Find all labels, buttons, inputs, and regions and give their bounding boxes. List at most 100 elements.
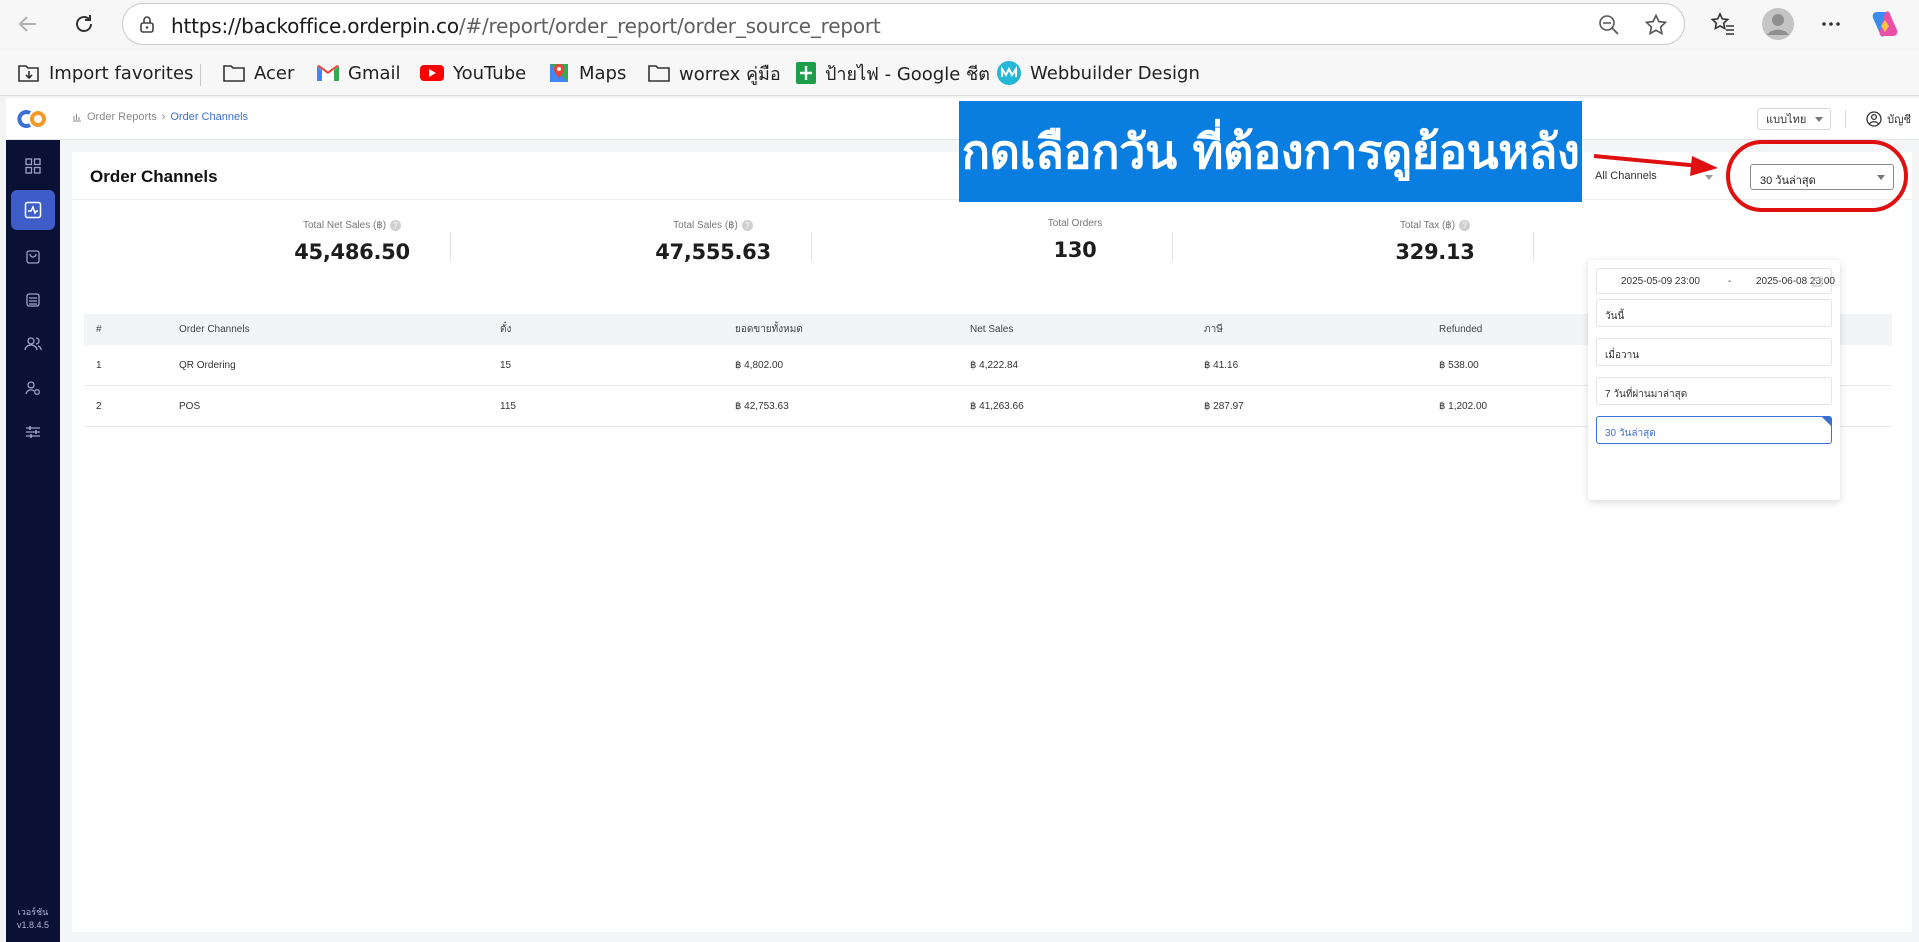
list-icon — [26, 293, 40, 307]
bag-icon — [26, 250, 40, 264]
bookmark-label: Acer — [254, 62, 295, 84]
version-number: v1.8.4.5 — [16, 920, 50, 930]
cell-count: 115 — [500, 400, 516, 412]
orderpin-logo[interactable] — [6, 98, 60, 140]
date-range-inputs[interactable]: 2025-05-09 23:00 - 2025-06-08 23:00 — [1596, 268, 1835, 294]
language-value: แบบไทย — [1766, 114, 1807, 126]
caret-down-icon — [1815, 117, 1823, 122]
version-label: เวอร์ชัน — [17, 907, 49, 917]
sidebar-item-reports[interactable] — [11, 190, 55, 230]
stat-divider — [1533, 232, 1534, 262]
annotation-highlight-circle — [1726, 140, 1908, 212]
bookmark-label: Maps — [579, 62, 627, 84]
cell-count: 15 — [500, 359, 512, 371]
cell-total-sales: ฿ 4,802.00 — [735, 359, 784, 371]
stat-total-orders: Total Orders 130 — [925, 217, 1225, 263]
bookmark-separator — [200, 64, 201, 86]
stat-label: Total Sales (฿) — [673, 219, 738, 231]
column-header: ตั๋ง — [500, 324, 512, 335]
stat-total-tax: Total Tax (฿)? 329.13 — [1285, 218, 1585, 264]
calendar-icon[interactable] — [1812, 276, 1823, 287]
range-option-yesterday[interactable]: เมื่อวาน — [1596, 338, 1832, 366]
cell-net-sales: ฿ 4,222.84 — [970, 359, 1019, 371]
breadcrumb-parent[interactable]: Order Reports — [87, 111, 157, 123]
page-title: Order Channels — [90, 167, 218, 186]
sidebar-item-settings[interactable] — [11, 412, 55, 452]
url-text[interactable]: https://backoffice.orderpin.co/#/report/… — [171, 14, 881, 38]
column-header: Refunded — [1439, 324, 1483, 335]
profile-avatar-icon[interactable] — [1761, 7, 1795, 41]
user-settings-icon — [25, 381, 40, 395]
cell-refunded: ฿ 1,202.00 — [1439, 400, 1488, 412]
stat-value: 329.13 — [1395, 240, 1475, 264]
zoom-icon[interactable] — [1598, 14, 1620, 41]
dashboard-icon — [25, 158, 41, 174]
cell-channel: QR Ordering — [179, 359, 236, 371]
help-icon[interactable]: ? — [390, 219, 402, 231]
breadcrumb-current: Order Channels — [170, 111, 249, 123]
bookmark-webbuilder[interactable]: Webbuilder Design — [996, 60, 1200, 86]
stat-label: Total Tax (฿) — [1399, 219, 1456, 231]
start-date[interactable]: 2025-05-09 23:00 — [1621, 276, 1700, 287]
topbar-divider — [1845, 110, 1846, 128]
language-select[interactable]: แบบไทย — [1757, 108, 1831, 130]
stat-label: Total Orders — [1047, 217, 1103, 229]
sidebar: เวอร์ชัน v1.8.4.5 — [6, 98, 60, 942]
sidebar-item-orders[interactable] — [11, 280, 55, 320]
browser-toolbar: https://backoffice.orderpin.co/#/report/… — [0, 0, 1919, 48]
breadcrumb: Order Reports › Order Channels — [72, 111, 248, 123]
bookmark-gmail[interactable]: Gmail — [316, 60, 401, 86]
back-arrow-icon — [18, 16, 36, 32]
bookmark-import-favorites[interactable]: Import favorites — [17, 60, 193, 86]
sidebar-item-dashboard[interactable] — [11, 146, 55, 186]
favorites-icon[interactable] — [1708, 9, 1738, 39]
help-icon[interactable]: ? — [741, 219, 753, 231]
bookmark-label: Gmail — [348, 62, 401, 84]
bookmark-acer[interactable]: Acer — [222, 60, 294, 86]
url-host: https://backoffice.orderpin.co — [171, 14, 459, 38]
stat-value: 45,486.50 — [294, 240, 410, 264]
sidebar-item-customers[interactable] — [11, 324, 55, 364]
cell-tax: ฿ 41.16 — [1204, 359, 1239, 371]
cell-index: 1 — [96, 359, 102, 371]
column-header: # — [96, 324, 102, 335]
column-header: ภาษี — [1204, 324, 1223, 335]
bookmark-youtube[interactable]: YouTube — [419, 60, 526, 86]
range-option-7-days[interactable]: 7 วันที่ผ่านมาล่าสุด — [1596, 377, 1832, 405]
more-menu-icon[interactable] — [1816, 9, 1846, 39]
sidebar-item-products[interactable] — [11, 236, 55, 276]
instruction-text: กดเลือกวัน ที่ต้องการดูย้อนหลัง — [961, 125, 1580, 180]
refresh-button[interactable] — [68, 8, 100, 40]
app-root: เวอร์ชัน v1.8.4.5 Order Reports › Order … — [6, 98, 1919, 942]
bookmark-maps[interactable]: Maps — [547, 60, 626, 86]
folder-icon — [223, 65, 245, 82]
end-date[interactable]: 2025-06-08 23:00 — [1756, 276, 1835, 287]
stat-label: Total Net Sales (฿) — [302, 219, 387, 231]
range-option-today[interactable]: วันนี้ — [1596, 299, 1832, 327]
user-circle-icon — [1866, 111, 1882, 127]
bookmark-label: Webbuilder Design — [1030, 62, 1200, 84]
sidebar-item-staff[interactable] — [11, 368, 55, 408]
account-button[interactable]: บัญชี — [1866, 110, 1911, 128]
address-bar[interactable]: https://backoffice.orderpin.co/#/report/… — [122, 3, 1685, 45]
bookmark-worrex[interactable]: worrex คู่มือ — [647, 60, 781, 86]
bar-chart-icon — [73, 114, 81, 122]
range-option-30-days[interactable]: 30 วันล่าสุด — [1596, 416, 1832, 444]
webbuilder-icon — [997, 61, 1021, 85]
favorite-star-icon[interactable] — [1644, 13, 1668, 42]
column-header: Order Channels — [179, 324, 250, 335]
stat-divider — [811, 232, 812, 262]
copilot-icon[interactable] — [1868, 7, 1902, 41]
users-icon — [24, 337, 42, 351]
breadcrumb-chevron-icon: › — [161, 111, 166, 123]
bookmarks-bar: Import favorites Acer Gmail YouTube Maps… — [0, 50, 1919, 96]
back-button[interactable] — [12, 8, 44, 40]
youtube-icon — [420, 65, 444, 81]
folder-icon — [648, 65, 670, 82]
bookmark-google-sheets[interactable]: ป้ายไฟ - Google ชีต — [795, 60, 990, 86]
cell-refunded: ฿ 538.00 — [1439, 359, 1479, 371]
sheets-icon — [796, 62, 816, 84]
stat-value: 130 — [1053, 238, 1097, 262]
lock-icon[interactable] — [137, 14, 157, 39]
help-icon[interactable]: ? — [1459, 219, 1471, 231]
